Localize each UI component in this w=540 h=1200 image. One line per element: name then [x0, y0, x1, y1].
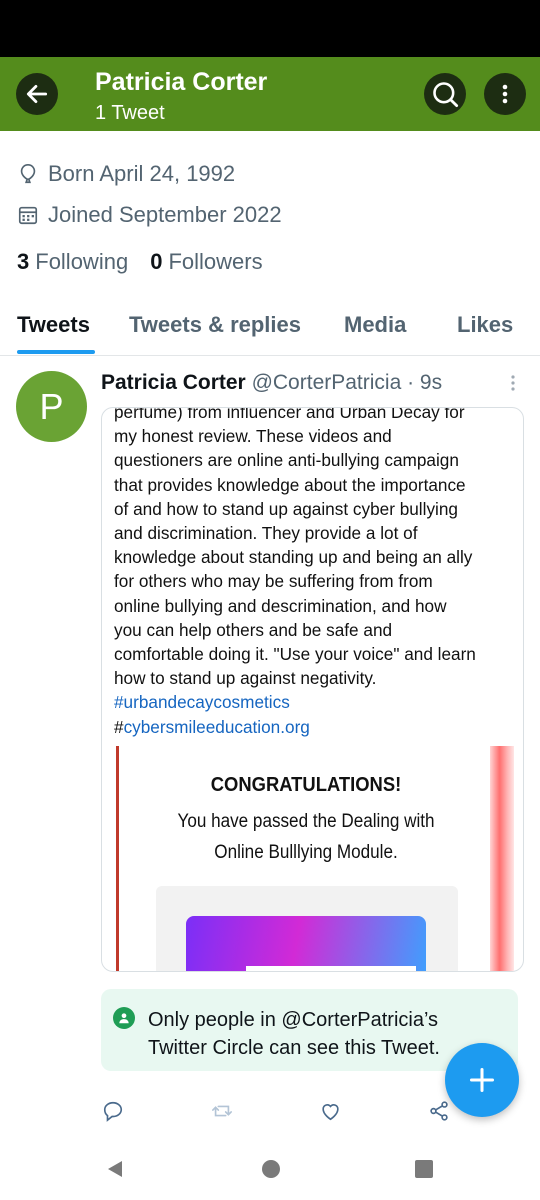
- reply-icon[interactable]: [102, 1100, 124, 1122]
- tweet-time: · 9s: [407, 371, 443, 394]
- tweet-text-line: for others who may be suffering from fro…: [114, 571, 433, 592]
- certificate-right-border: [490, 746, 514, 971]
- tweet-count: 1 Tweet: [95, 102, 165, 124]
- twitter-circle-notice-line: Twitter Circle can see this Tweet.: [148, 1037, 440, 1059]
- twitter-circle-notice-line: Only people in @CorterPatricia’s: [148, 1009, 439, 1031]
- certificate-message-line-2: Online Bulllying Module.: [214, 842, 398, 863]
- birth-date-text: Born April 24, 1992: [48, 161, 236, 186]
- tab-media[interactable]: Media: [344, 312, 406, 338]
- compose-tweet-button[interactable]: [445, 1043, 519, 1117]
- people-icon: [113, 1007, 135, 1029]
- tweet-text-line: online bullying and descrimination, and …: [114, 595, 447, 616]
- tweet-text-line: that provides knowledge about the import…: [114, 474, 466, 495]
- certificate-preview-screen: [246, 966, 416, 971]
- hashtag-prefix: #: [114, 716, 124, 737]
- certificate-image[interactable]: CONGRATULATIONS! You have passed the Dea…: [116, 746, 514, 971]
- arrow-left-icon: [26, 85, 48, 103]
- following-label: Following: [35, 249, 129, 274]
- status-bar: [0, 0, 540, 57]
- retweet-icon[interactable]: [210, 1100, 234, 1122]
- tweet-header: Patricia Corter @CorterPatricia · 9s: [101, 371, 442, 395]
- url-link[interactable]: cybersmileeducation.org: [124, 717, 310, 737]
- tweet-text-line: of and how to stand up against cyber bul…: [114, 498, 458, 519]
- back-button[interactable]: [16, 73, 58, 115]
- tab-likes[interactable]: Likes: [457, 312, 513, 338]
- search-icon: [433, 82, 459, 108]
- avatar[interactable]: P: [16, 371, 87, 442]
- joined-date-row: Joined September 2022: [17, 202, 282, 228]
- tweet-text-line: how to stand up against negativity.: [114, 668, 377, 689]
- followers-link[interactable]: 0 Followers: [150, 249, 262, 275]
- certificate-left-border: [116, 746, 119, 971]
- follow-counts: 3 Following 0 Followers: [17, 249, 263, 275]
- tweet-text-line: perfume) from influencer and Urban Decay…: [114, 407, 465, 422]
- share-icon[interactable]: [428, 1100, 450, 1122]
- certificate-preview-graphic: [186, 916, 426, 971]
- balloon-icon: [20, 164, 36, 184]
- certificate-title: CONGRATULATIONS!: [210, 774, 402, 796]
- system-navigation-bar: [0, 1135, 540, 1200]
- tweet-text-line: knowledge about standing up and being an…: [114, 547, 473, 568]
- twitter-circle-notice-text: Only people in @CorterPatricia’s Twitter…: [148, 1006, 488, 1062]
- recents-nav-icon[interactable]: [414, 1159, 434, 1179]
- profile-tabs: Tweets Tweets & replies Media Likes: [0, 300, 540, 356]
- tweet-text-line: my honest review. These videos and: [114, 426, 392, 447]
- followers-label: Followers: [168, 249, 263, 274]
- certificate-message-line-1: You have passed the Dealing with: [177, 811, 435, 832]
- tab-tweets[interactable]: Tweets: [17, 312, 90, 338]
- followers-count: 0: [150, 249, 163, 274]
- tweet-content-card: perfume) from influencer and Urban Decay…: [101, 407, 524, 972]
- tab-tweets-and-replies[interactable]: Tweets & replies: [129, 312, 301, 338]
- active-tab-indicator: [17, 350, 95, 354]
- joined-date-text: Joined September 2022: [48, 202, 282, 227]
- calendar-icon: [18, 206, 38, 225]
- following-link[interactable]: 3 Following: [17, 249, 128, 275]
- tweet-text-line: and discrimination. They provide a lot o…: [114, 523, 418, 544]
- profile-title: Patricia Corter: [95, 68, 268, 96]
- search-button[interactable]: [424, 73, 466, 115]
- back-nav-icon[interactable]: [105, 1159, 125, 1179]
- tweet-text-line: comfortable doing it. "Use your voice" a…: [114, 644, 476, 665]
- tweet-author-handle[interactable]: @CorterPatricia: [252, 371, 402, 394]
- tweet-author-name[interactable]: Patricia Corter: [101, 371, 246, 394]
- more-vertical-icon: [502, 84, 508, 104]
- plus-icon: [469, 1067, 495, 1093]
- more-options-button[interactable]: [484, 73, 526, 115]
- tweet-text-line: questioners are online anti-bullying cam…: [114, 450, 459, 471]
- tweet-text-line: you can help others and be safe and: [114, 619, 393, 640]
- like-icon[interactable]: [319, 1100, 342, 1122]
- birth-date-row: Born April 24, 1992: [17, 161, 235, 187]
- hashtag-link[interactable]: #urbandecaycosmetics: [114, 692, 290, 712]
- app-bar: Patricia Corter 1 Tweet: [0, 57, 540, 131]
- following-count: 3: [17, 249, 30, 274]
- certificate-preview-panel: [156, 886, 458, 971]
- tweet-more-icon[interactable]: [505, 374, 521, 394]
- tweet-text: perfume) from influencer and Urban Decay…: [114, 407, 514, 739]
- home-nav-icon[interactable]: [261, 1159, 281, 1179]
